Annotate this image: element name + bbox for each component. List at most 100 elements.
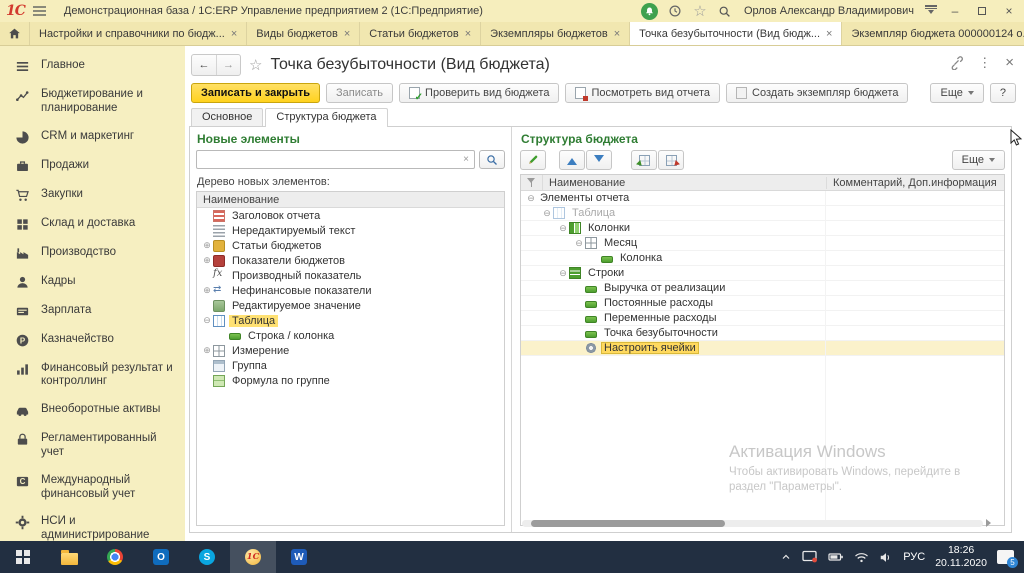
expander-icon[interactable]: ⊖ — [557, 221, 569, 236]
check-budget-kind-button[interactable]: Проверить вид бюджета — [399, 83, 559, 103]
word-button[interactable]: W — [276, 541, 322, 573]
tab-budget-instances[interactable]: Экземпляры бюджетов× — [481, 22, 630, 45]
search-icon[interactable] — [717, 3, 733, 19]
tree-item[interactable]: ⊖ Месяц — [521, 236, 1004, 251]
scroll-right-arrow-icon[interactable] — [986, 519, 995, 527]
move-up-button[interactable] — [559, 150, 585, 170]
get-link-icon[interactable] — [949, 55, 964, 70]
expander-icon[interactable]: ⊖ — [201, 313, 213, 328]
close-window-button[interactable]: × — [1000, 3, 1018, 19]
tree-item[interactable]: Нередактируемый текст — [197, 223, 504, 238]
sidebar-item-crm[interactable]: CRM и маркетинг — [0, 123, 185, 152]
expander-icon[interactable]: ⊕ — [201, 343, 213, 358]
close-icon[interactable]: × — [344, 28, 350, 40]
create-budget-instance-button[interactable]: Создать экземпляр бюджета — [726, 83, 908, 103]
close-icon[interactable]: × — [231, 28, 237, 40]
help-button[interactable]: ? — [990, 83, 1016, 103]
sidebar-item-sales[interactable]: Продажи — [0, 152, 185, 181]
view-report-form-button[interactable]: Посмотреть вид отчета — [565, 83, 720, 103]
tree-item[interactable]: Производный показатель — [197, 268, 504, 283]
notifications-bell-icon[interactable] — [641, 3, 658, 20]
close-icon[interactable]: × — [465, 28, 471, 40]
favorites-star-icon[interactable]: ☆ — [692, 3, 708, 19]
sidebar-item-fixed-assets[interactable]: Внеоборотные активы — [0, 396, 185, 425]
search-input[interactable] — [197, 152, 458, 167]
hidden-icons-chevron[interactable] — [780, 551, 792, 563]
tree-item[interactable]: Формула по группе — [197, 373, 504, 388]
scrollbar-thumb[interactable] — [531, 520, 725, 527]
close-icon[interactable]: × — [826, 28, 832, 40]
wifi-icon[interactable] — [854, 551, 869, 563]
tree-item[interactable]: ⊕ Показатели бюджетов — [197, 253, 504, 268]
tab-home[interactable] — [0, 22, 30, 45]
restore-button[interactable] — [973, 3, 991, 19]
tab-main[interactable]: Основное — [191, 108, 263, 127]
tree-item[interactable]: ⊖ Таблица — [521, 206, 1004, 221]
tree-item[interactable]: Строка / колонка — [197, 328, 504, 343]
tab-budget-items[interactable]: Статьи бюджетов× — [360, 22, 481, 45]
tree-item[interactable]: ⊖ Строки — [521, 266, 1004, 281]
save-button[interactable]: Записать — [326, 83, 393, 103]
edit-pencil-button[interactable] — [520, 150, 546, 170]
close-icon[interactable]: × — [614, 28, 620, 40]
start-button[interactable] — [0, 541, 46, 573]
sidebar-item-payroll[interactable]: Зарплата — [0, 297, 185, 326]
expander-icon[interactable]: ⊖ — [573, 236, 585, 251]
filter-cell[interactable] — [521, 175, 543, 190]
screen-record-icon[interactable] — [802, 550, 818, 564]
sidebar-item-budgeting[interactable]: Бюджетирование и планирование — [0, 81, 185, 123]
tree-item[interactable]: Группа — [197, 358, 504, 373]
tree-item[interactable]: Переменные расходы — [521, 311, 1004, 326]
sidebar-item-production[interactable]: Производство — [0, 239, 185, 268]
volume-icon[interactable] — [879, 551, 893, 564]
expander-icon[interactable]: ⊕ — [201, 283, 213, 298]
sidebar-item-nsi-administration[interactable]: НСИ и администрирование — [0, 508, 185, 541]
sidebar-item-regulated-accounting[interactable]: Регламентированный учет — [0, 425, 185, 467]
move-out-of-group-button[interactable] — [658, 150, 684, 170]
tree-item[interactable]: Редактируемое значение — [197, 298, 504, 313]
tree-item[interactable]: ⊕ Измерение — [197, 343, 504, 358]
battery-icon[interactable] — [828, 551, 844, 563]
service-menu-icon[interactable] — [925, 5, 937, 17]
expander-icon[interactable]: ⊕ — [201, 253, 213, 268]
close-form-icon[interactable]: × — [1005, 54, 1014, 71]
move-into-group-button[interactable] — [631, 150, 657, 170]
language-indicator[interactable]: РУС — [903, 551, 925, 563]
expander-icon[interactable]: ⊖ — [525, 191, 537, 206]
tree-item[interactable]: ⊕ Нефинансовые показатели — [197, 283, 504, 298]
more-button[interactable]: Еще — [930, 83, 983, 103]
search-button[interactable] — [479, 150, 505, 169]
expander-icon[interactable]: ⊖ — [557, 266, 569, 281]
horizontal-scrollbar[interactable] — [522, 520, 983, 527]
minimize-button[interactable]: – — [946, 3, 964, 19]
tab-budget-settings[interactable]: Настройки и справочники по бюдж...× — [30, 22, 247, 45]
tree-item[interactable]: ⊖ Таблица — [197, 313, 504, 328]
tree-item[interactable]: Настроить ячейки — [521, 341, 1004, 356]
tree-item[interactable]: ⊕ Статьи бюджетов — [197, 238, 504, 253]
sidebar-item-hr[interactable]: Кадры — [0, 268, 185, 297]
sidebar-item-finresult[interactable]: Финансовый результат и контроллинг — [0, 355, 185, 397]
current-user[interactable]: Орлов Александр Владимирович — [744, 5, 914, 17]
expander-icon[interactable]: ⊕ — [201, 238, 213, 253]
tab-budget-instance-124[interactable]: Экземпляр бюджета 000000124 о...× — [842, 22, 1024, 45]
tab-budget-structure[interactable]: Структура бюджета — [265, 108, 387, 127]
file-explorer-button[interactable] — [46, 541, 92, 573]
tree-item[interactable]: Постоянные расходы — [521, 296, 1004, 311]
expander-icon[interactable]: ⊖ — [541, 206, 553, 221]
more-menu-icon[interactable]: ⋮ — [978, 55, 991, 71]
tree-item[interactable]: Выручка от реализации — [521, 281, 1004, 296]
clock[interactable]: 18:26 20.11.2020 — [935, 544, 987, 570]
tree-item[interactable]: Колонка — [521, 251, 1004, 266]
tree-item[interactable]: Заголовок отчета — [197, 208, 504, 223]
chrome-button[interactable] — [92, 541, 138, 573]
skype-button[interactable]: S — [184, 541, 230, 573]
add-favorite-star-icon[interactable]: ☆ — [249, 56, 262, 74]
action-center-button[interactable]: 5 — [997, 550, 1014, 564]
tree-item[interactable]: ⊖ Колонки — [521, 221, 1004, 236]
history-icon[interactable] — [667, 3, 683, 19]
sidebar-item-treasury[interactable]: P Казначейство — [0, 326, 185, 355]
sidebar-item-warehouse[interactable]: Склад и доставка — [0, 210, 185, 239]
back-arrow-icon[interactable]: ← — [192, 55, 216, 75]
move-down-button[interactable] — [586, 150, 612, 170]
forward-arrow-icon[interactable]: → — [216, 55, 240, 75]
